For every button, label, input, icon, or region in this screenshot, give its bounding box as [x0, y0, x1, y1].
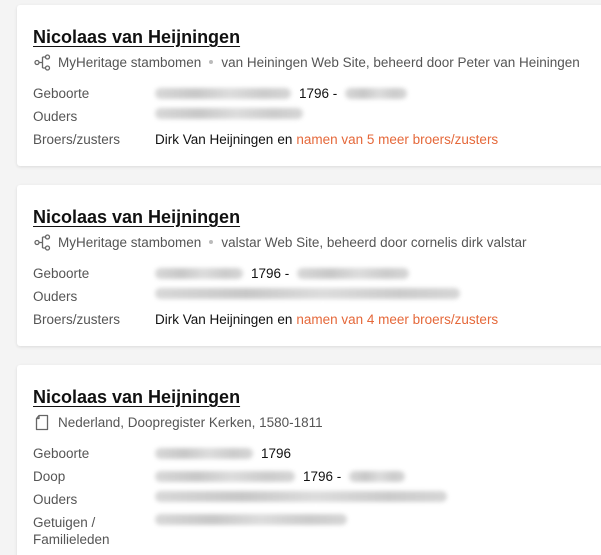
witnesses-label: Getuigen / Familieleden: [33, 515, 110, 547]
parents-label: Ouders: [33, 289, 78, 304]
siblings-label: Broers/zusters: [33, 132, 121, 147]
result-source: Nederland, Doopregister Kerken, 1580-181…: [33, 411, 601, 433]
parents-label: Ouders: [33, 492, 78, 507]
blurred-place: [345, 88, 408, 99]
birth-year: 1796 -: [299, 86, 338, 101]
birth-year: 1796 -: [251, 266, 290, 281]
blurred-date: [155, 268, 243, 279]
baptism-year: 1796 -: [303, 469, 342, 484]
birth-label: Geboorte: [33, 446, 90, 461]
tree-icon: [33, 233, 51, 251]
sibling-name: Dirk Van Heijningen: [155, 312, 274, 327]
result-source: MyHeritage stambomen valstar Web Site, b…: [33, 231, 601, 253]
more-siblings-link[interactable]: namen van 5 meer broers/zusters: [296, 131, 498, 148]
blurred-parents: [155, 108, 303, 119]
sibling-name: Dirk Van Heijningen: [155, 132, 274, 147]
blurred-witnesses: [155, 514, 347, 525]
document-icon: [33, 413, 51, 431]
result-title[interactable]: Nicolaas van Heijningen: [33, 206, 240, 228]
blurred-place: [297, 268, 410, 279]
result-card: Nicolaas van Heijningen MyHeritage stamb…: [17, 185, 601, 346]
birth-row: Geboorte 1796 -: [33, 262, 601, 285]
source-site: valstar Web Site, beheerd door cornelis …: [221, 234, 527, 250]
source-site: van Heiningen Web Site, beheerd door Pet…: [221, 54, 580, 70]
tree-icon: [33, 53, 51, 71]
siblings-row: Broers/zusters Dirk Van Heijningen en na…: [33, 128, 601, 151]
birth-row: Geboorte 1796 -: [33, 82, 601, 105]
blurred-date: [155, 471, 295, 482]
baptism-label: Doop: [33, 469, 66, 484]
parents-label: Ouders: [33, 109, 78, 124]
separator-dot: [209, 60, 214, 64]
birth-year: 1796: [261, 446, 292, 461]
birth-label: Geboorte: [33, 266, 90, 281]
source-collection: Nederland, Doopregister Kerken, 1580-181…: [58, 414, 323, 430]
sibling-conj: en: [277, 132, 293, 147]
result-title[interactable]: Nicolaas van Heijningen: [33, 386, 240, 408]
result-card: Nicolaas van Heijningen MyHeritage stamb…: [17, 5, 601, 166]
siblings-row: Broers/zusters Dirk Van Heijningen en na…: [33, 308, 601, 331]
separator-dot: [209, 240, 214, 244]
blurred-parents: [155, 288, 460, 299]
blurred-parents: [155, 491, 447, 502]
blurred-place: [349, 471, 406, 482]
siblings-label: Broers/zusters: [33, 312, 121, 327]
blurred-date: [155, 448, 253, 459]
parents-row: Ouders: [33, 285, 601, 308]
parents-row: Ouders: [33, 105, 601, 128]
blurred-date: [155, 88, 291, 99]
result-title[interactable]: Nicolaas van Heijningen: [33, 26, 240, 48]
more-siblings-link[interactable]: namen van 4 meer broers/zusters: [296, 311, 498, 328]
result-source: MyHeritage stambomen van Heiningen Web S…: [33, 51, 601, 73]
witnesses-row: Getuigen / Familieleden: [33, 511, 601, 548]
sibling-conj: en: [277, 312, 293, 327]
source-collection: MyHeritage stambomen: [58, 54, 202, 70]
parents-row: Ouders: [33, 488, 601, 511]
source-collection: MyHeritage stambomen: [58, 234, 202, 250]
birth-row: Geboorte 1796: [33, 442, 601, 465]
birth-label: Geboorte: [33, 86, 90, 101]
baptism-row: Doop 1796 -: [33, 465, 601, 488]
result-card: Nicolaas van Heijningen Nederland, Doopr…: [17, 365, 601, 555]
